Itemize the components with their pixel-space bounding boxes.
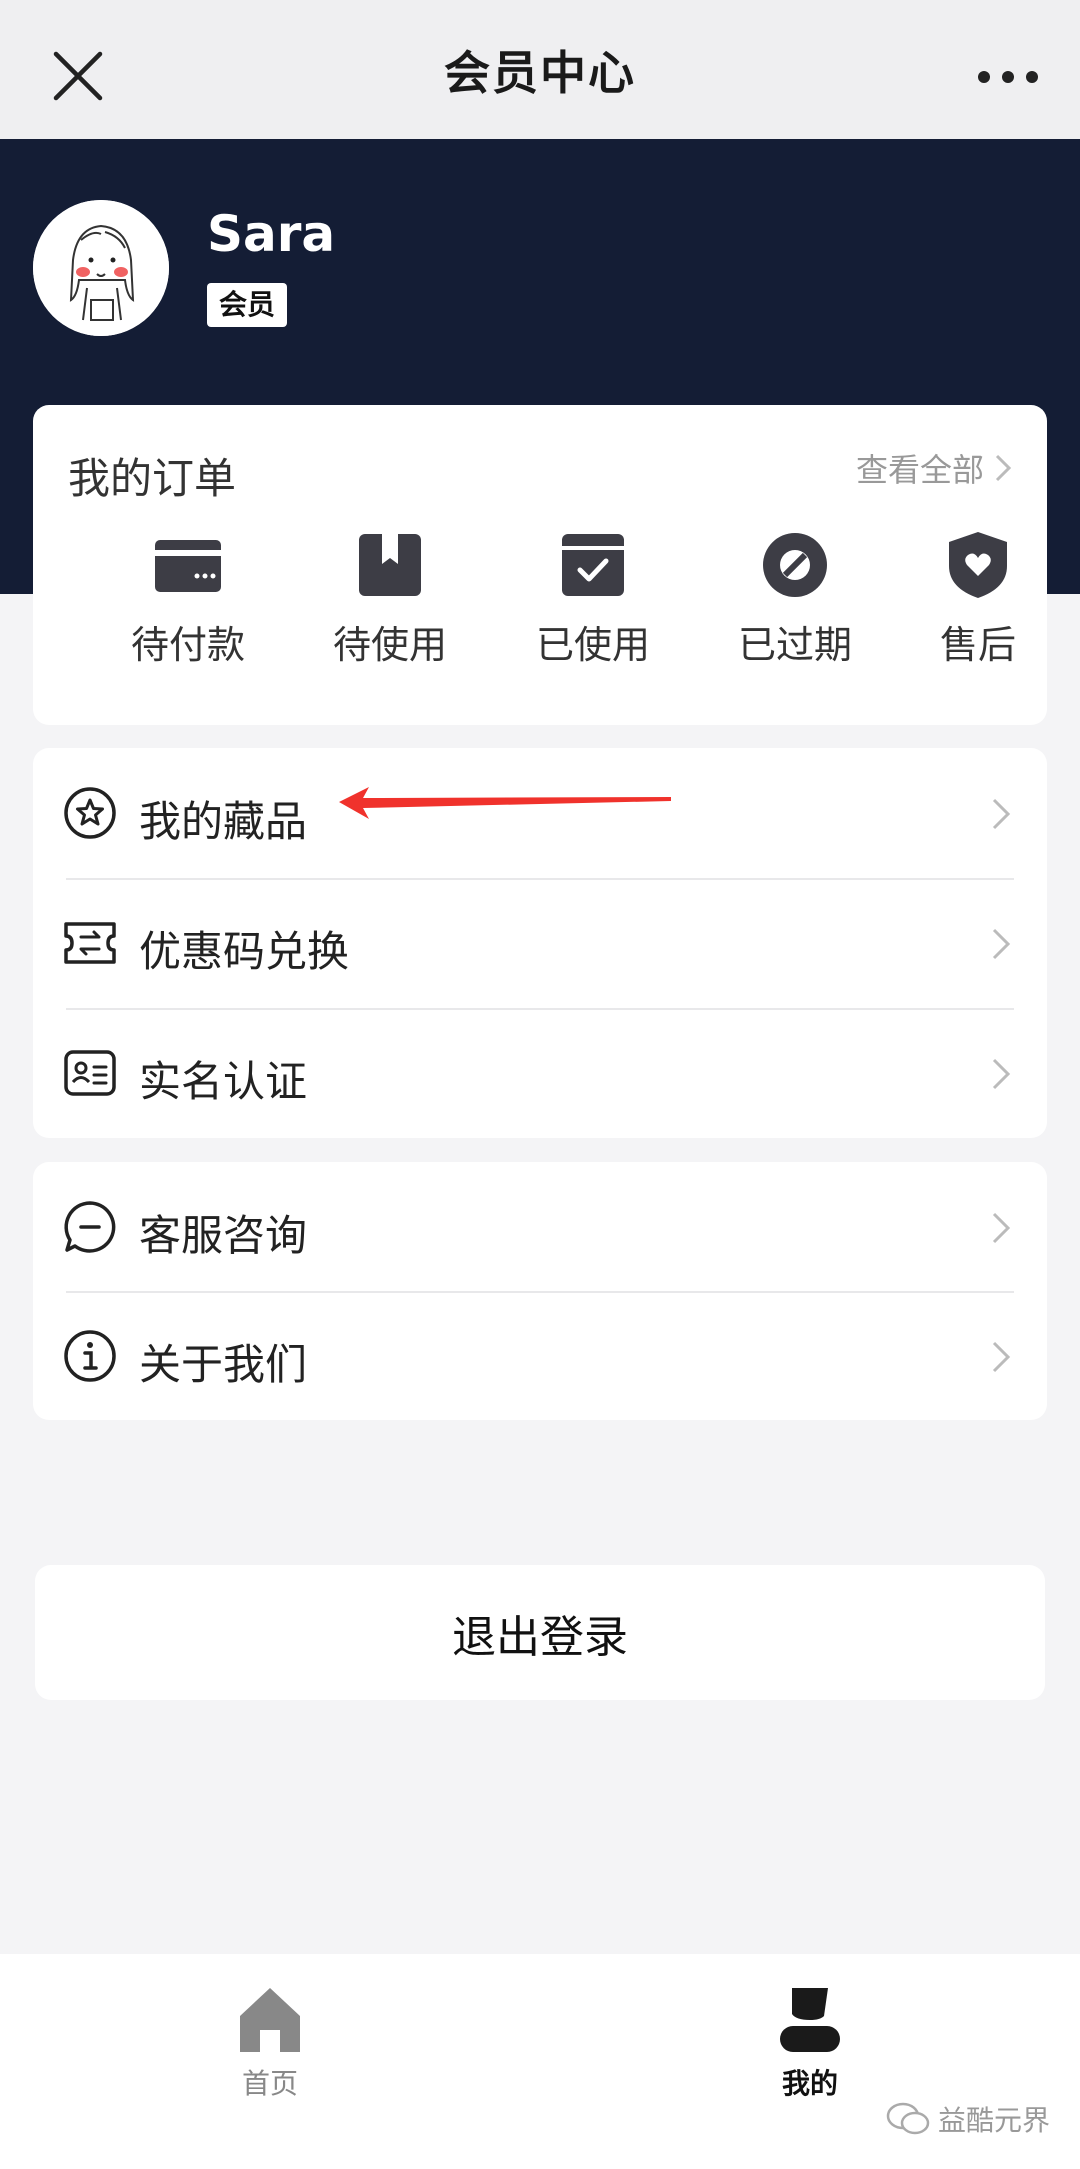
- menu-label: 我的藏品: [139, 797, 308, 846]
- logout-button[interactable]: 退出登录: [35, 1565, 1045, 1700]
- ticket-icon: [64, 922, 116, 964]
- ban-icon: [763, 533, 827, 597]
- view-all-link[interactable]: 查看全部: [856, 445, 1012, 491]
- order-label: 已过期: [737, 623, 852, 667]
- orders-card: 我的订单 查看全部 待付款 待使用 已使用 已过期 售后: [33, 405, 1047, 725]
- wechat-icon: [886, 2102, 930, 2135]
- star-circle-icon: [64, 787, 116, 839]
- member-badge: 会员: [207, 283, 288, 327]
- menu-item-verification[interactable]: 实名认证: [33, 1008, 1047, 1138]
- tab-me[interactable]: 我的: [710, 1986, 910, 2102]
- tab-label: 首页: [241, 2067, 298, 2100]
- menu-item-support[interactable]: 客服咨询: [33, 1162, 1047, 1292]
- order-after-sales[interactable]: 售后: [903, 530, 1053, 669]
- chevron-right-icon: [992, 798, 1011, 830]
- menu-label: 优惠码兑换: [139, 927, 350, 976]
- chevron-right-icon: [992, 928, 1011, 960]
- box-icon: [359, 534, 421, 596]
- order-expired[interactable]: 已过期: [720, 530, 870, 669]
- id-card-icon: [64, 1050, 116, 1096]
- info-icon: [64, 1330, 116, 1382]
- order-label: 已使用: [535, 623, 650, 667]
- order-label: 待使用: [332, 623, 447, 667]
- close-icon[interactable]: [50, 48, 106, 104]
- menu-label: 实名认证: [139, 1057, 308, 1106]
- orders-title: 我的订单: [68, 454, 237, 503]
- order-used[interactable]: 已使用: [518, 530, 668, 669]
- watermark-text: 益酷元界: [937, 2104, 1050, 2137]
- chevron-right-icon: [992, 1058, 1011, 1090]
- order-label: 售后: [939, 623, 1016, 667]
- chevron-right-icon: [995, 454, 1012, 482]
- page-title: 会员中心: [444, 45, 636, 100]
- top-bar: 会员中心: [0, 0, 1080, 139]
- user-icon: [780, 1988, 840, 2052]
- avatar[interactable]: [33, 200, 169, 336]
- home-icon: [240, 1988, 300, 2052]
- tab-label: 我的: [781, 2067, 838, 2100]
- shield-heart-icon: [949, 532, 1007, 598]
- menu-item-coupon[interactable]: 优惠码兑换: [33, 878, 1047, 1008]
- card-icon: [155, 540, 221, 592]
- menu-card-2: 客服咨询 关于我们: [33, 1162, 1047, 1420]
- menu-item-about[interactable]: 关于我们: [33, 1291, 1047, 1420]
- chevron-right-icon: [992, 1212, 1011, 1244]
- chevron-right-icon: [992, 1341, 1011, 1373]
- watermark: 益酷元界: [886, 2099, 1050, 2139]
- menu-label: 客服咨询: [139, 1211, 308, 1260]
- chat-icon: [64, 1201, 116, 1253]
- order-pending-payment[interactable]: 待付款: [113, 530, 263, 669]
- order-to-use[interactable]: 待使用: [315, 530, 465, 669]
- menu-label: 关于我们: [139, 1340, 308, 1389]
- view-all-label: 查看全部: [855, 451, 984, 489]
- more-icon[interactable]: [976, 62, 1040, 92]
- order-label: 待付款: [130, 623, 245, 667]
- tab-home[interactable]: 首页: [170, 1986, 370, 2102]
- annotation-arrow: [339, 787, 671, 819]
- box-check-icon: [562, 534, 624, 596]
- username: Sara: [207, 205, 336, 263]
